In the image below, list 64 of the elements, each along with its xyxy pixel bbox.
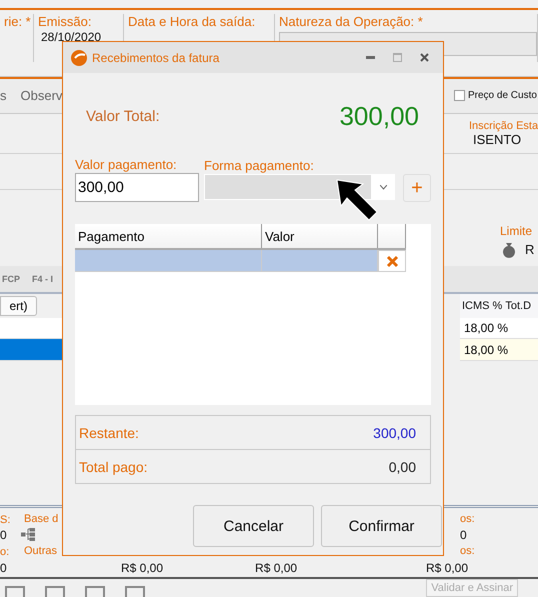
field-label: Emissão: [38,14,92,29]
maximize-icon [392,53,402,62]
field-label: Valor pagamento: [75,157,178,172]
payment-method-dropdown[interactable] [204,174,395,200]
table-row[interactable] [0,339,62,361]
toolbar-icon[interactable] [44,584,66,597]
field-label: Limite [500,224,534,238]
remaining-value: 300,00 [373,424,416,440]
column-header: ICMS % [462,300,502,312]
money-bag-icon [502,242,516,258]
amount-value: R$ 0,00 [255,560,298,575]
paid-label: Total pago: [79,458,148,474]
cancel-button[interactable]: Cancelar [193,505,314,547]
table-cell: 18,00 % [460,339,538,361]
paid-value: 0,00 [388,458,416,474]
tab[interactable]: F4 - I [32,274,54,284]
delete-icon [386,254,398,268]
tree-icon [21,528,35,542]
field-label: Base d [24,512,58,525]
field-label: rie: * [4,14,32,29]
column-header [378,224,406,248]
field-value: 0 [460,528,467,542]
dialog-title: Recebimentos da fatura [92,50,220,64]
tab[interactable]: Observ [20,88,62,104]
total-value: 300,00 [339,100,419,132]
toolbar-icon[interactable] [84,584,106,597]
app-logo-icon [71,50,87,66]
delete-button[interactable] [378,250,406,272]
field-value: ISENTO [473,132,522,147]
column-header: Valor [262,224,378,248]
add-button[interactable]: + [403,174,431,202]
field-label: os: [460,544,475,557]
field-value: R [525,242,534,258]
column-header: Tot.D [505,300,532,312]
tab[interactable]: FCP [2,274,20,284]
field-value: 0 [0,560,7,575]
field-label: Forma pagamento: [204,158,315,173]
field-label: os: [460,512,475,525]
field-value: 0 [0,528,7,542]
date-value: 28/10/2020 [41,30,102,44]
field-value: R$ 0,00 [426,560,468,575]
minimize-icon [366,56,374,59]
remaining-label: Restante: [79,424,139,440]
field-label: S: [0,514,10,526]
confirm-button[interactable]: Confirmar [321,505,442,547]
field-label: o: [0,546,10,558]
checkbox[interactable] [454,90,465,102]
table-cell: 18,00 % [460,318,538,340]
field-label: Natureza da Operação: * [279,14,424,29]
field-label: Data e Hora da saída: [128,14,256,29]
close-icon [420,53,428,62]
checkbox-label: Preço de Custo [468,90,537,102]
table-row[interactable] [0,318,62,340]
toolbar-icon[interactable] [124,584,146,597]
column-header: Pagamento [75,224,262,248]
amount-value: R$ 0,00 [121,560,164,575]
toolbar-icon[interactable] [4,584,26,597]
tab[interactable]: s [0,88,6,104]
total-label: Valor Total: [86,108,160,124]
payment-value-field[interactable]: 300,00 [75,173,199,202]
field-label: Outras [24,544,58,557]
caret-icon [380,184,387,190]
field-label: Inscrição Esta [469,120,538,132]
filter-button[interactable]: ert) [0,296,37,316]
